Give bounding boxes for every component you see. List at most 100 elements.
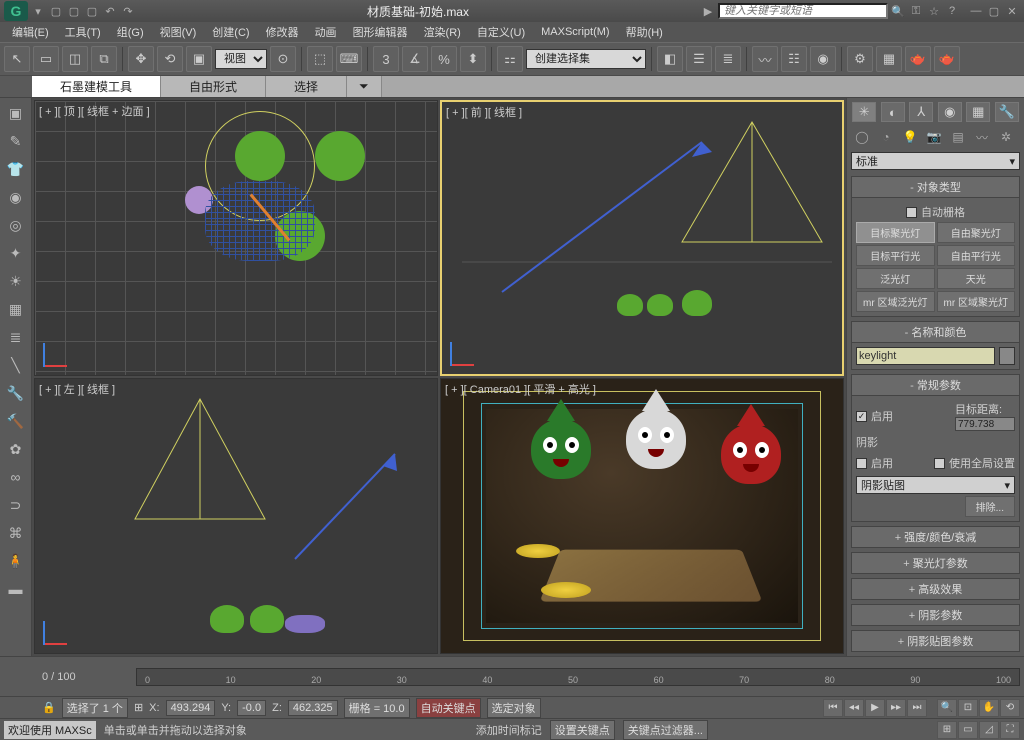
coord-icon[interactable]: ⊞ [134,701,143,714]
y-coord-field[interactable]: -0.0 [237,700,266,716]
rollout-name-color[interactable]: 名称和颜色 [851,321,1020,343]
minimize-icon[interactable]: — [968,3,984,19]
new-icon[interactable]: ▢ [48,3,64,19]
orbit-icon[interactable]: ⟲ [1000,699,1020,717]
knot-icon[interactable]: ⌘ [3,520,29,546]
auto-key-button[interactable]: 自动关键点 [416,698,481,718]
move-icon[interactable]: ✥ [128,46,154,72]
menu-maxscript[interactable]: MAXScript(M) [535,24,615,40]
align-icon[interactable]: ☰ [686,46,712,72]
object-color-swatch[interactable] [999,347,1015,365]
hierarchy-tab-icon[interactable]: ⅄ [909,102,933,122]
shadow-map-dropdown[interactable]: 阴影贴图▾ [856,476,1015,494]
mr-area-omni-button[interactable]: mr 区域泛光灯 [856,291,935,312]
omni-button[interactable]: 泛光灯 [856,268,935,289]
free-direct-button[interactable]: 自由平行光 [937,245,1016,266]
star-icon[interactable]: ☆ [926,3,942,19]
menu-customize[interactable]: 自定义(U) [471,22,531,42]
selection-set-dropdown[interactable]: 创建选择集 [526,49,646,69]
autogrid-checkbox[interactable] [906,207,917,218]
ref-coord-dropdown[interactable]: 视图 [215,49,267,69]
percent-snap-icon[interactable]: % [431,46,457,72]
menu-render[interactable]: 渲染(R) [418,22,467,42]
zoom-all-icon[interactable]: ⊡ [958,699,978,717]
paint-icon[interactable]: ✿ [3,436,29,462]
modify-tab-icon[interactable]: ◐ [881,102,905,122]
help-icon[interactable]: ? [944,3,960,19]
torus-icon[interactable]: ◎ [3,212,29,238]
skylight-button[interactable]: 天光 [937,268,1016,289]
x-coord-field[interactable]: 493.294 [166,700,216,716]
undo-icon[interactable]: ↶ [102,3,118,19]
magnet-icon[interactable]: ⊃ [3,492,29,518]
arrow-down-icon[interactable]: ▾ [30,3,46,19]
ribbon-expand-icon[interactable]: ⏷ [347,76,382,97]
ribbon-tab-graphite[interactable]: 石墨建模工具 [32,76,161,97]
hammer-icon[interactable]: 🔨 [3,408,29,434]
sphere-icon[interactable]: ◉ [3,184,29,210]
link-icon[interactable]: ∞ [3,464,29,490]
rollout-general-params[interactable]: 常规参数 [851,374,1020,396]
rollout-shadow-params[interactable]: 阴影参数 [851,604,1020,626]
light-type-dropdown[interactable]: 标准▾ [851,152,1020,170]
menu-views[interactable]: 视图(V) [154,22,203,42]
menu-animation[interactable]: 动画 [309,22,343,42]
geometry-icon[interactable]: ◯ [851,128,873,146]
play-icon[interactable]: ▶ [700,3,716,19]
render-frame-icon[interactable]: ▦ [876,46,902,72]
shapes-icon[interactable]: ◔ [875,128,897,146]
select-crossing-icon[interactable]: ⧉ [91,46,117,72]
viewport-camera[interactable]: [ + ][ Camera01 ][ 平滑 + 高光 ] [440,378,844,654]
save-icon[interactable]: ▢ [84,3,100,19]
binoculars-icon[interactable]: 🔍 [890,3,906,19]
scale-icon[interactable]: ▣ [186,46,212,72]
schematic-icon[interactable]: ☷ [781,46,807,72]
use-global-checkbox[interactable] [934,458,945,469]
rollout-object-type[interactable]: 对象类型 [851,176,1020,198]
search-input[interactable] [718,3,888,19]
key-filters-button[interactable]: 关键点过滤器... [623,720,708,740]
helpers-icon[interactable]: ▤ [947,128,969,146]
systems-icon[interactable]: ✲ [995,128,1017,146]
viewport-top[interactable]: [ + ][ 顶 ][ 线框 + 边面 ] [34,100,438,376]
select-arrow-icon[interactable]: ↖ [4,46,30,72]
knife-icon[interactable]: ╲ [3,352,29,378]
z-coord-field[interactable]: 462.325 [288,700,338,716]
close-icon[interactable]: ✕ [1004,3,1020,19]
layers-icon[interactable]: ≣ [715,46,741,72]
target-distance-spinner[interactable]: 779.738 [955,417,1015,431]
biped-icon[interactable]: 🧍 [3,548,29,574]
lights-icon[interactable]: 💡 [899,128,921,146]
menu-graph[interactable]: 图形编辑器 [347,22,414,42]
enable-checkbox[interactable]: ✓ [856,411,867,422]
menu-modifiers[interactable]: 修改器 [260,22,305,42]
star-tool-icon[interactable]: ✦ [3,240,29,266]
time-slider[interactable]: 0 / 100 0 10 20 30 40 50 60 70 80 90 100 [136,668,1020,686]
rotate-icon[interactable]: ⟲ [157,46,183,72]
create-tab-icon[interactable]: ✳ [852,102,876,122]
curve-editor-icon[interactable]: 〰 [752,46,778,72]
mirror-icon[interactable]: ◧ [657,46,683,72]
utilities-tab-icon[interactable]: 🔧 [995,102,1019,122]
display-tab-icon[interactable]: ▦ [966,102,990,122]
ribbon-tab-selection[interactable]: 选择 [266,76,347,97]
key-icon[interactable]: ⚿ [908,3,924,19]
spinner-snap-icon[interactable]: ⬍ [460,46,486,72]
wrench-icon[interactable]: 🔧 [3,380,29,406]
cylinder-icon[interactable]: ≣ [3,324,29,350]
redo-icon[interactable]: ↷ [120,3,136,19]
maximize-icon[interactable]: ▢ [986,3,1002,19]
book-icon[interactable]: ▬ [3,576,29,602]
sun-icon[interactable]: ☀ [3,268,29,294]
cameras-icon[interactable]: 📷 [923,128,945,146]
lock-icon[interactable]: 🔒 [42,701,56,714]
pan-icon[interactable]: ✋ [979,699,999,717]
target-spot-button[interactable]: 目标聚光灯 [856,222,935,243]
box-icon[interactable]: ▣ [3,100,29,126]
shirt-icon[interactable]: 👕 [3,156,29,182]
selected-object-dropdown[interactable]: 选定对象 [487,698,541,718]
goto-start-icon[interactable]: ⏮ [823,699,843,717]
viewport-left[interactable]: [ + ][ 左 ][ 线框 ] [34,378,438,654]
brush-icon[interactable]: ✎ [3,128,29,154]
maximize-viewport-icon[interactable]: ⛶ [1000,721,1020,739]
